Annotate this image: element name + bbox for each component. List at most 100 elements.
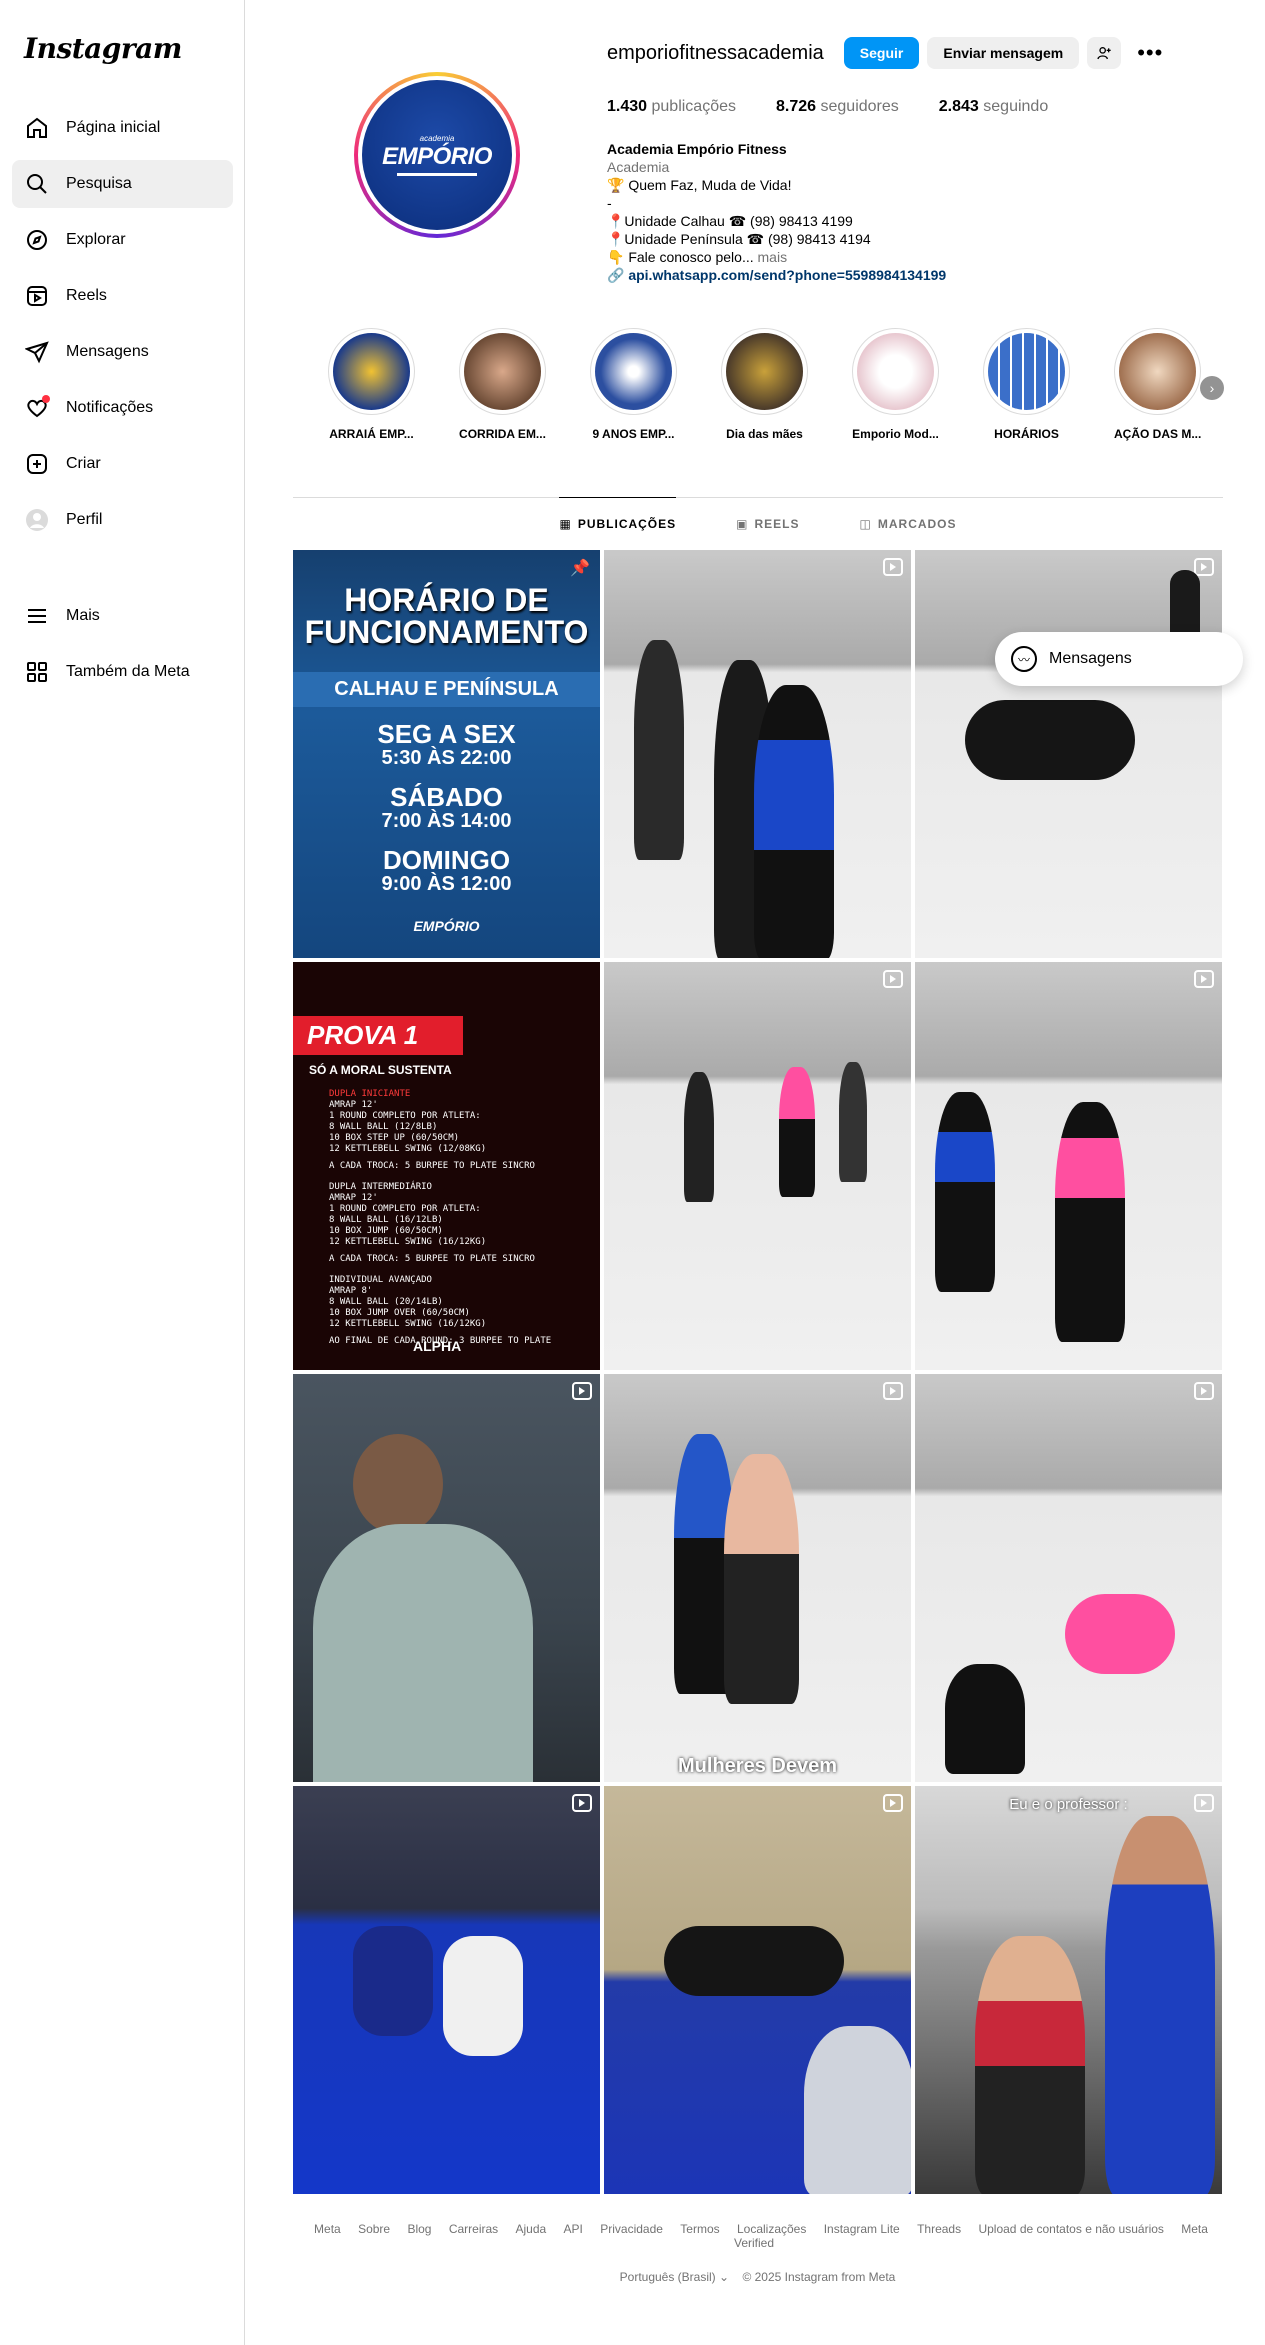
follow-button[interactable]: Seguir [843, 37, 920, 69]
instagram-logo[interactable]: Instagram [24, 32, 182, 65]
reel-icon [883, 1382, 903, 1400]
post-text: HORÁRIO DE [344, 582, 549, 618]
highlight-item[interactable]: Dia das mães [721, 328, 808, 441]
footer-link[interactable]: Ajuda [516, 2222, 547, 2236]
bio-more-link[interactable]: mais [758, 249, 788, 265]
highlight-item[interactable]: ARRAIÁ EMP... [328, 328, 415, 441]
reel-icon [572, 1794, 592, 1812]
sidebar-item-notifications[interactable]: Notificações [12, 384, 233, 432]
post-text-line: A cada troca: 5 burpee to plate sincro [329, 1254, 535, 1264]
post-text: SEG A SEX [377, 719, 516, 749]
sidebar-item-messages[interactable]: Mensagens [12, 328, 233, 376]
footer-link[interactable]: Localizações [737, 2222, 806, 2236]
post-text: 7:00 ÀS 14:00 [381, 810, 512, 832]
post-text-line: 12 Kettlebell swing (12/08kg) [329, 1144, 487, 1154]
highlight-cover [988, 333, 1065, 410]
sidebar-item-more[interactable]: Mais [12, 592, 233, 640]
sidebar-item-also-from-meta[interactable]: Também da Meta [12, 648, 233, 696]
compass-icon [24, 227, 50, 253]
sidebar-item-search[interactable]: Pesquisa [12, 160, 233, 208]
highlight-item[interactable]: HORÁRIOS [983, 328, 1070, 441]
tab-tagged[interactable]: ◫ MARCADOS [860, 498, 957, 550]
post-tile[interactable] [604, 962, 911, 1370]
post-figure [684, 1072, 714, 1202]
footer-link[interactable]: Meta [314, 2222, 341, 2236]
footer-link[interactable]: Sobre [358, 2222, 390, 2236]
sidebar-item-explore[interactable]: Explorar [12, 216, 233, 264]
footer-link[interactable]: Termos [680, 2222, 719, 2236]
footer-link[interactable]: Carreiras [449, 2222, 498, 2236]
post-tile[interactable]: Mulheres Devem [604, 1374, 911, 1782]
language-select[interactable]: Português (Brasil) [620, 2270, 716, 2284]
post-text: Dupla iniciante AMRAP 12' 1 Round comple… [293, 1085, 600, 1351]
more-options-icon[interactable]: ••• [1137, 40, 1163, 66]
post-text-line: AMRAP 8' [329, 1286, 373, 1296]
post-figure [975, 1936, 1085, 2194]
post-figure [724, 1454, 799, 1704]
post-figure [634, 640, 684, 860]
post-text-line: 1 Round completo por atleta: [329, 1204, 481, 1214]
post-tile[interactable]: PROVA 1 SÓ A MORAL SUSTENTA Dupla inicia… [293, 962, 600, 1370]
footer-link[interactable]: Threads [917, 2222, 961, 2236]
sidebar-item-label: Explorar [66, 231, 126, 248]
highlight-item[interactable]: 9 ANOS EMP... [590, 328, 677, 441]
sidebar-item-create[interactable]: Criar [12, 440, 233, 488]
messages-floating-button[interactable]: 〰 Mensagens [995, 632, 1243, 686]
bio-category: Academia [607, 159, 670, 175]
profile-tabs: ▦ PUBLICAÇÕES ▣ REELS ◫ MARCADOS [293, 497, 1223, 550]
footer-link[interactable]: Instagram Lite [824, 2222, 900, 2236]
post-text-line: 8 Wall ball (20/14lb) [329, 1297, 443, 1307]
sidebar-item-label: Pesquisa [66, 175, 132, 192]
avatar-logo-text: EMPÓRIO [382, 143, 492, 170]
post-tile[interactable] [915, 1374, 1222, 1782]
highlights-next-button[interactable]: › [1200, 376, 1224, 400]
meta-grid-icon [24, 659, 50, 685]
post-tile[interactable]: 📌 HORÁRIO DE FUNCIONAMENTO CALHAU E PENÍ… [293, 550, 600, 958]
followers-stat[interactable]: 8.726 seguidores [776, 98, 899, 116]
sidebar-item-profile[interactable]: Perfil [12, 496, 233, 544]
sidebar-item-home[interactable]: Página inicial [12, 104, 233, 152]
post-text: PROVA 1 [293, 1016, 463, 1055]
footer-link[interactable]: API [564, 2222, 583, 2236]
bio-line-text: 👇 Fale conosco pelo... [607, 249, 754, 265]
post-figure [935, 1092, 995, 1292]
highlight-item[interactable]: Emporio Mod... [852, 328, 939, 441]
heart-icon [24, 395, 50, 421]
send-message-button[interactable]: Enviar mensagem [927, 37, 1080, 69]
post-tile[interactable] [915, 550, 1222, 958]
post-tile[interactable] [604, 1786, 911, 2194]
home-icon [24, 115, 50, 141]
tab-posts[interactable]: ▦ PUBLICAÇÕES [559, 497, 677, 549]
chevron-down-icon: ⌄ [719, 2270, 730, 2284]
bio-link[interactable]: api.whatsapp.com/send?phone=559898413419… [628, 267, 946, 283]
profile-avatar-ring[interactable]: academia EMPÓRIO [354, 72, 520, 238]
highlight-cover [726, 333, 803, 410]
sidebar-item-reels[interactable]: Reels [12, 272, 233, 320]
tab-reels[interactable]: ▣ REELS [736, 498, 799, 550]
highlight-ring [852, 328, 939, 415]
footer-link[interactable]: Blog [407, 2222, 431, 2236]
post-text-line: 12 Kettlebell swing (16/12kg) [329, 1319, 487, 1329]
post-figure [353, 1434, 443, 1534]
sidebar-item-label: Mais [66, 607, 100, 624]
suggested-users-button[interactable] [1087, 37, 1122, 69]
post-text-line: A cada troca: 5 burpee to plate sincro [329, 1161, 535, 1171]
post-tile[interactable]: Eu e o professor : [915, 1786, 1222, 2194]
post-tile[interactable] [604, 550, 911, 958]
highlight-ring [459, 328, 546, 415]
highlight-item[interactable]: AÇÃO DAS M... [1114, 328, 1201, 441]
post-tile[interactable] [293, 1786, 600, 2194]
highlight-item[interactable]: CORRIDA EM... [459, 328, 546, 441]
highlight-label: HORÁRIOS [994, 427, 1059, 441]
post-tile[interactable] [293, 1374, 600, 1782]
footer-link[interactable]: Upload de contatos e não usuários [978, 2222, 1163, 2236]
avatar-inner: academia EMPÓRIO [358, 76, 516, 234]
post-text-line: 12 Kettlebell swing (16/12kg) [329, 1237, 487, 1247]
following-stat[interactable]: 2.843 seguindo [939, 98, 1048, 116]
tab-label: MARCADOS [877, 517, 957, 531]
highlight-label: AÇÃO DAS M... [1114, 427, 1202, 441]
footer-link[interactable]: Privacidade [600, 2222, 663, 2236]
sidebar-item-label: Notificações [66, 399, 154, 416]
post-tile[interactable] [915, 962, 1222, 1370]
footer-copy: Português (Brasil) ⌄ © 2025 Instagram fr… [293, 2270, 1222, 2284]
